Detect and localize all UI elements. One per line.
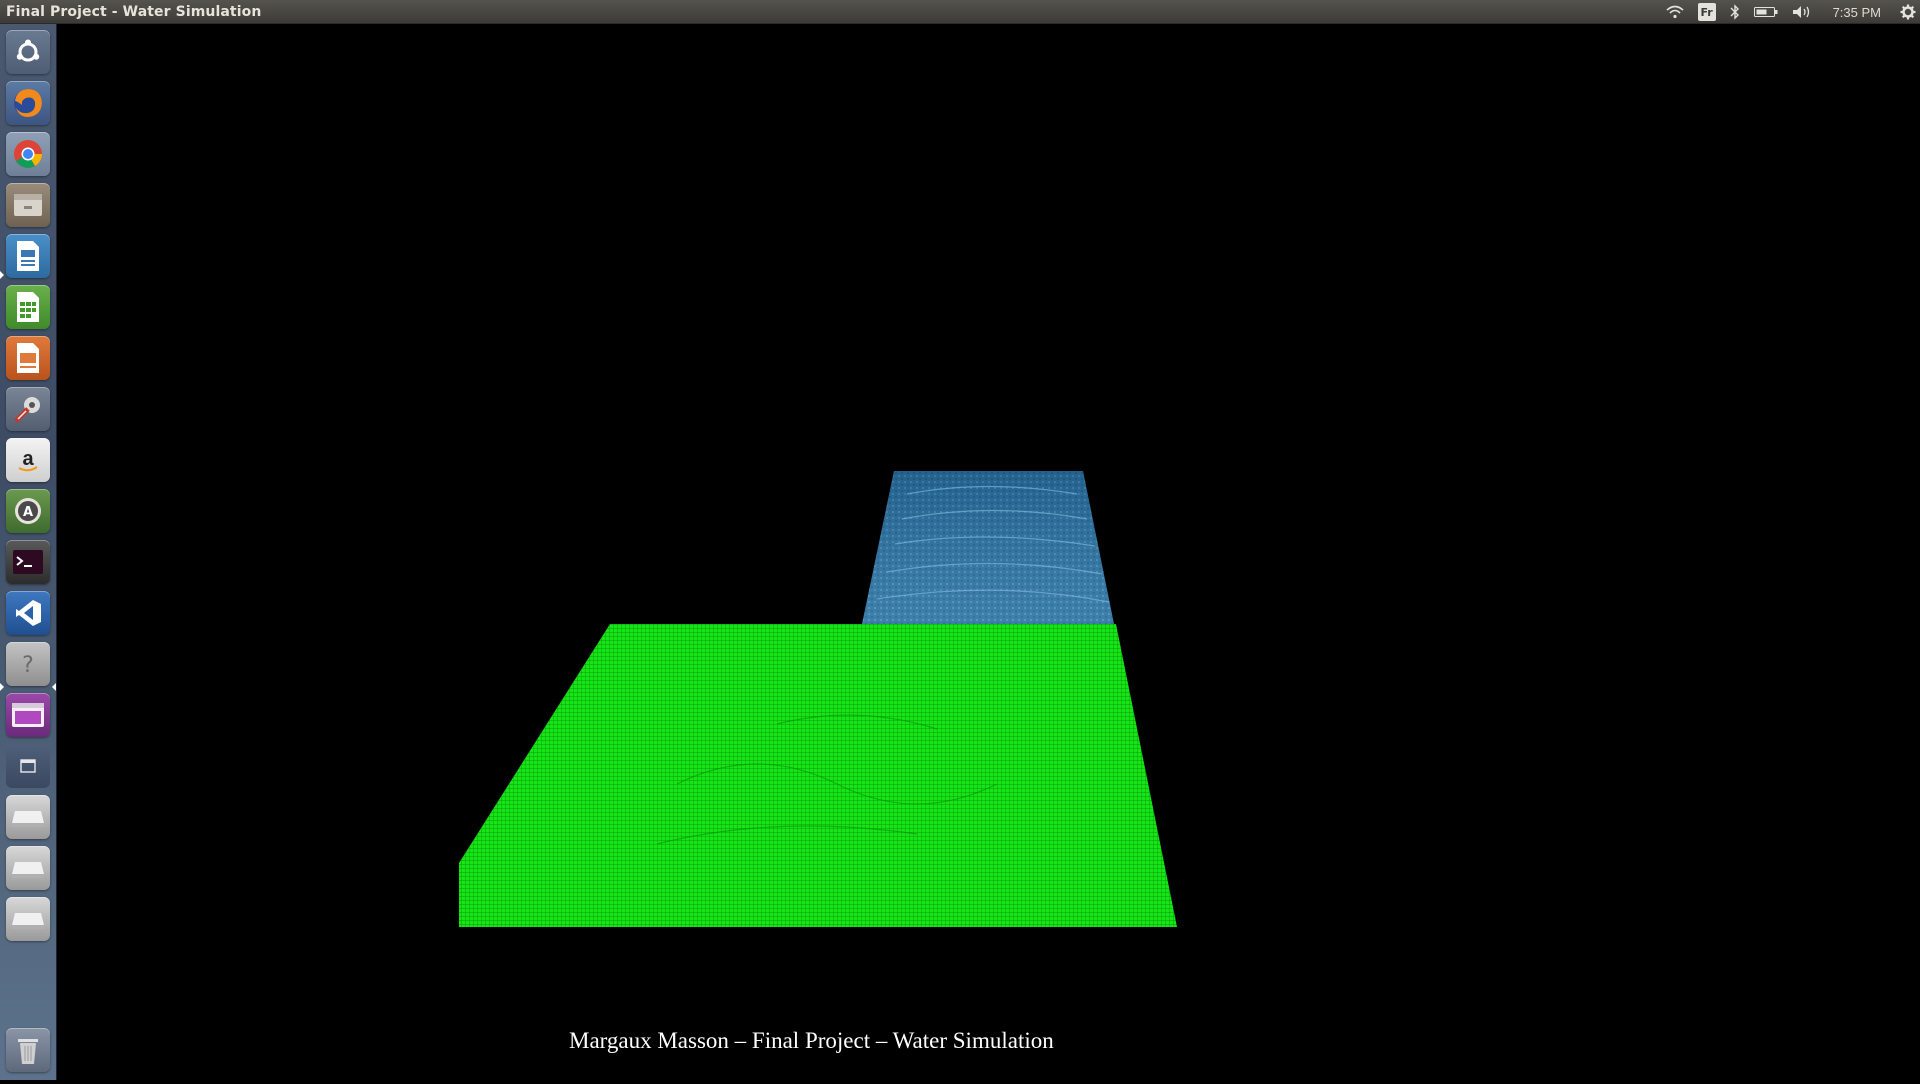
settings-gear-icon[interactable] xyxy=(1900,0,1916,24)
workspace-switcher-icon[interactable] xyxy=(6,693,50,737)
battery-icon[interactable] xyxy=(1753,0,1778,24)
simulation-canvas xyxy=(459,471,1177,927)
ubuntu-dash-icon[interactable] xyxy=(6,30,50,74)
window-title: Final Project - Water Simulation xyxy=(6,3,262,20)
firefox-icon[interactable] xyxy=(6,81,50,125)
libreoffice-writer-icon[interactable] xyxy=(6,234,50,278)
help-icon[interactable]: ? xyxy=(6,642,50,686)
libreoffice-impress-icon[interactable] xyxy=(6,336,50,380)
keyboard-layout-indicator[interactable]: Fr xyxy=(1697,0,1716,24)
trash-icon[interactable] xyxy=(6,1028,50,1072)
focused-indicator xyxy=(52,683,56,691)
vscode-icon[interactable] xyxy=(6,591,50,635)
chrome-icon[interactable] xyxy=(6,132,50,176)
water-simulation-viewport[interactable]: Margaux Masson – Final Project – Water S… xyxy=(57,24,1920,1080)
simulation-caption: Margaux Masson – Final Project – Water S… xyxy=(569,1028,1054,1053)
files-icon[interactable] xyxy=(6,183,50,227)
drive-icon[interactable] xyxy=(6,795,50,839)
software-updater-icon[interactable]: A xyxy=(6,489,50,533)
bluetooth-icon[interactable] xyxy=(1730,0,1740,24)
launcher: a A ? xyxy=(0,24,57,1080)
libreoffice-calc-icon[interactable] xyxy=(6,285,50,329)
drive-icon[interactable] xyxy=(6,846,50,890)
drive-icon[interactable] xyxy=(6,897,50,941)
panel-clock[interactable]: 7:35 PM xyxy=(1833,5,1881,20)
wifi-icon[interactable] xyxy=(1666,0,1684,24)
running-indicator xyxy=(0,271,4,279)
running-indicator xyxy=(0,683,4,691)
terminal-icon[interactable] xyxy=(6,540,50,584)
keyboard-layout-label: Fr xyxy=(1697,3,1716,21)
svg-text:a: a xyxy=(22,448,34,470)
svg-text:?: ? xyxy=(22,653,34,678)
top-panel: Final Project - Water Simulation Fr 7:35… xyxy=(0,0,1920,24)
system-settings-icon[interactable] xyxy=(6,387,50,431)
window-icon[interactable] xyxy=(6,744,50,788)
svg-text:A: A xyxy=(23,505,33,520)
volume-icon[interactable] xyxy=(1792,0,1812,24)
indicator-area: Fr 7:35 PM xyxy=(1659,0,1920,24)
amazon-icon[interactable]: a xyxy=(6,438,50,482)
